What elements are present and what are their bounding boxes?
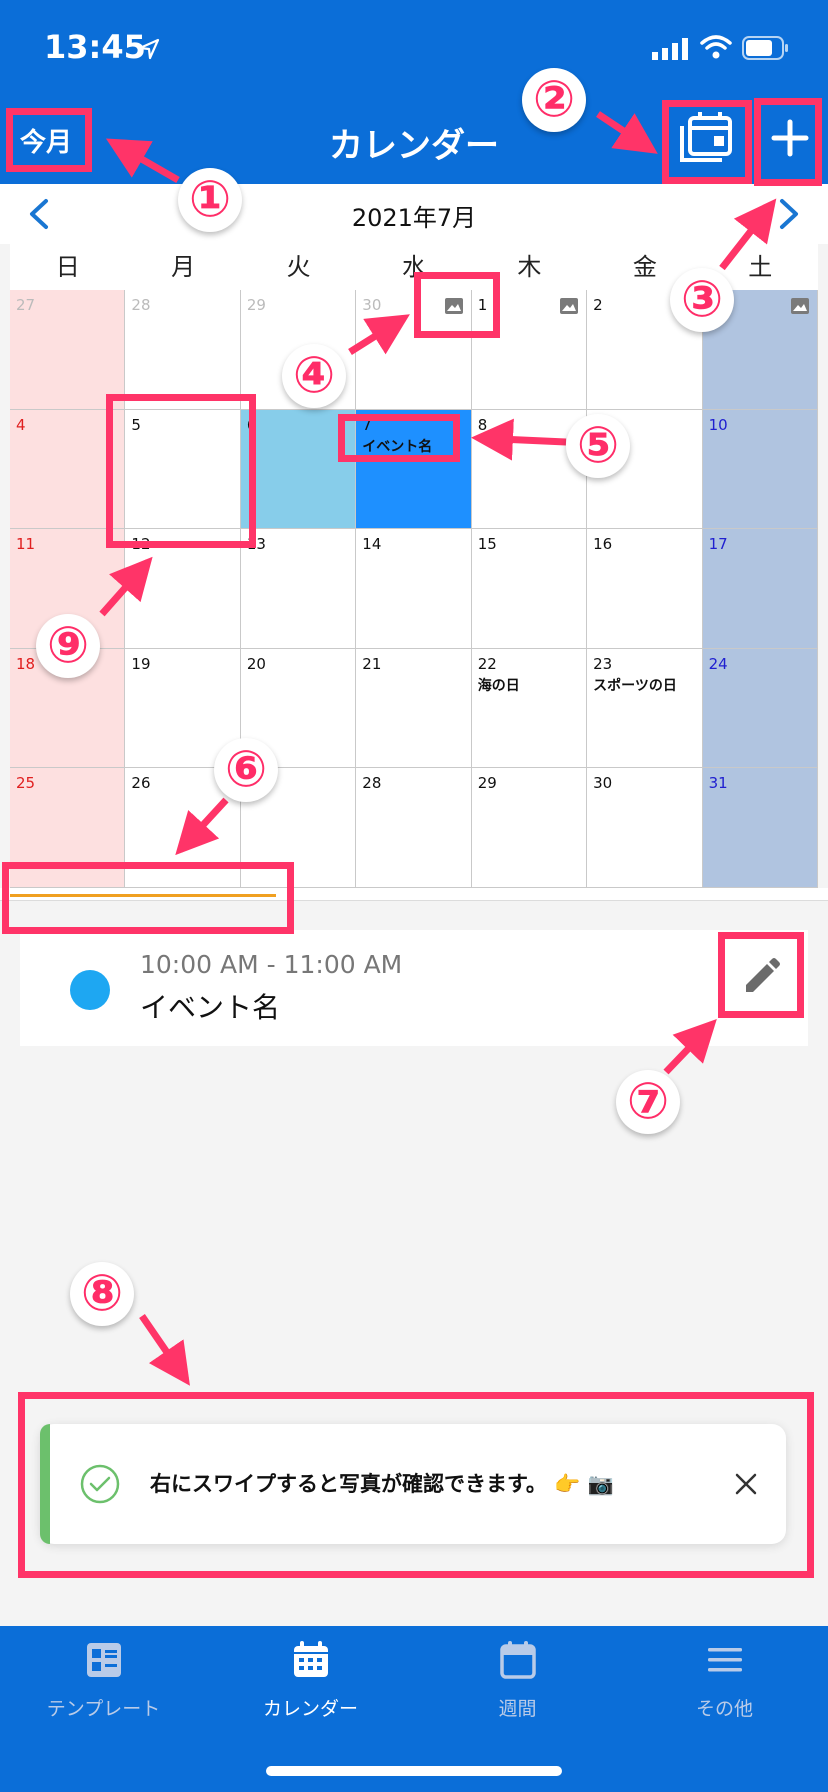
annotation-box-3 xyxy=(754,98,822,186)
day-number: 28 xyxy=(131,296,151,314)
annotation-box-7 xyxy=(718,932,804,1018)
chevron-left-icon[interactable] xyxy=(26,198,52,230)
day-cell[interactable]: 31 xyxy=(702,768,818,888)
annotation-box-1 xyxy=(6,108,92,172)
day-event-label: スポーツの日 xyxy=(593,677,677,694)
day-event-label: 海の日 xyxy=(477,677,520,694)
day-number: 26 xyxy=(131,774,151,793)
day-number: 24 xyxy=(708,654,728,673)
weekday-label: 日 xyxy=(55,253,80,281)
day-cell[interactable]: 8 xyxy=(471,409,588,530)
tab-label: その他 xyxy=(695,1698,753,1720)
day-number: 23 xyxy=(593,654,613,673)
day-number: 10 xyxy=(708,415,728,434)
day-number: 29 xyxy=(246,296,266,314)
day-number: 19 xyxy=(131,654,151,673)
week-icon xyxy=(499,1641,536,1679)
day-cell[interactable]: 10 xyxy=(702,409,818,530)
day-number: 30 xyxy=(362,296,382,314)
calendar-icon xyxy=(293,1641,328,1677)
tab-label: カレンダー xyxy=(262,1698,358,1720)
annotation-box-4 xyxy=(414,272,500,338)
annotation-box-5 xyxy=(338,414,460,462)
day-number: 31 xyxy=(708,774,728,793)
signal-icon xyxy=(652,38,688,60)
menu-icon xyxy=(707,1648,742,1672)
day-cell[interactable]: 16 xyxy=(587,529,703,649)
photo-icon xyxy=(790,298,809,314)
day-number: 14 xyxy=(362,535,382,554)
event-card[interactable] xyxy=(20,930,808,1046)
photo-icon xyxy=(560,298,579,314)
tab-label: テンプレート xyxy=(46,1698,161,1720)
day-cell[interactable]: 29 xyxy=(471,768,588,888)
home-indicator xyxy=(266,1766,562,1776)
day-number: 20 xyxy=(246,654,266,673)
event-color-dot xyxy=(70,970,110,1010)
month-grid: 27 28 29 30 1 2 4 5 6 7 イベント名 8 10 11 12 13 14 15 16 17 18 19… xyxy=(10,290,818,888)
day-cell[interactable]: 28 xyxy=(356,768,472,888)
day-number: 22 xyxy=(477,654,497,673)
tab-label: 週間 xyxy=(498,1698,537,1720)
tab-week[interactable]: 週間 xyxy=(414,1640,621,1721)
annotation-badge-7: ⑦ xyxy=(616,1070,680,1134)
day-number: 16 xyxy=(593,535,613,554)
weekday-label: 火 xyxy=(286,253,311,281)
annotation-box-2 xyxy=(662,100,752,184)
event-name: イベント名 xyxy=(140,991,281,1024)
day-cell[interactable]: 14 xyxy=(356,529,472,649)
annotation-box-9 xyxy=(106,394,256,548)
day-cell[interactable]: 21 xyxy=(356,648,472,769)
day-number: 2 xyxy=(593,296,603,314)
chevron-right-icon[interactable] xyxy=(776,198,802,230)
annotation-badge-3: ③ xyxy=(670,268,734,332)
tab-calendar[interactable]: カレンダー xyxy=(207,1640,414,1721)
day-cell[interactable]: 17 xyxy=(702,529,818,649)
event-time: 10:00 AM - 11:00 AM xyxy=(140,950,403,979)
tab-more[interactable]: その他 xyxy=(621,1640,828,1721)
day-number: 18 xyxy=(16,654,36,673)
wifi-icon xyxy=(700,35,732,59)
day-number: 8 xyxy=(477,415,488,434)
template-icon xyxy=(86,1643,121,1677)
day-number: 30 xyxy=(593,774,613,793)
annotation-badge-2: ② xyxy=(522,68,586,132)
day-cell[interactable]: 24 xyxy=(702,648,818,769)
annotation-badge-6: ⑥ xyxy=(214,738,278,802)
location-arrow-icon xyxy=(138,38,160,60)
tab-template[interactable]: テンプレート xyxy=(0,1640,207,1721)
day-cell[interactable]: 27 xyxy=(10,290,126,410)
day-cell[interactable]: 15 xyxy=(471,529,588,649)
day-number: 27 xyxy=(16,296,36,314)
day-number: 21 xyxy=(362,654,382,673)
day-number: 28 xyxy=(362,774,382,793)
day-number: 29 xyxy=(477,774,497,793)
day-cell[interactable]: 30 xyxy=(587,768,703,888)
annotation-badge-5: ⑤ xyxy=(566,414,630,478)
day-cell[interactable]: 28 xyxy=(125,290,241,410)
day-cell[interactable]: 13 xyxy=(240,529,357,649)
annotation-badge-9: ⑨ xyxy=(36,614,100,678)
day-cell[interactable]: 23 スポーツの日 xyxy=(587,648,703,769)
annotation-badge-8: ⑧ xyxy=(70,1262,134,1326)
day-number: 25 xyxy=(16,774,36,793)
battery-icon xyxy=(742,36,788,60)
annotation-badge-1: ① xyxy=(178,168,242,232)
day-number: 4 xyxy=(16,415,26,434)
month-label: 2021年7月 xyxy=(351,204,477,232)
weekday-label: 月 xyxy=(171,253,196,281)
annotation-box-8 xyxy=(18,1392,814,1578)
annotation-box-6 xyxy=(2,862,294,934)
day-cell[interactable]: 22 海の日 xyxy=(471,648,588,769)
annotation-badge-4: ④ xyxy=(282,344,346,408)
day-number: 11 xyxy=(16,535,36,554)
status-time: 13:45 xyxy=(44,28,146,66)
day-number: 15 xyxy=(477,535,497,554)
day-number: 17 xyxy=(708,535,728,554)
